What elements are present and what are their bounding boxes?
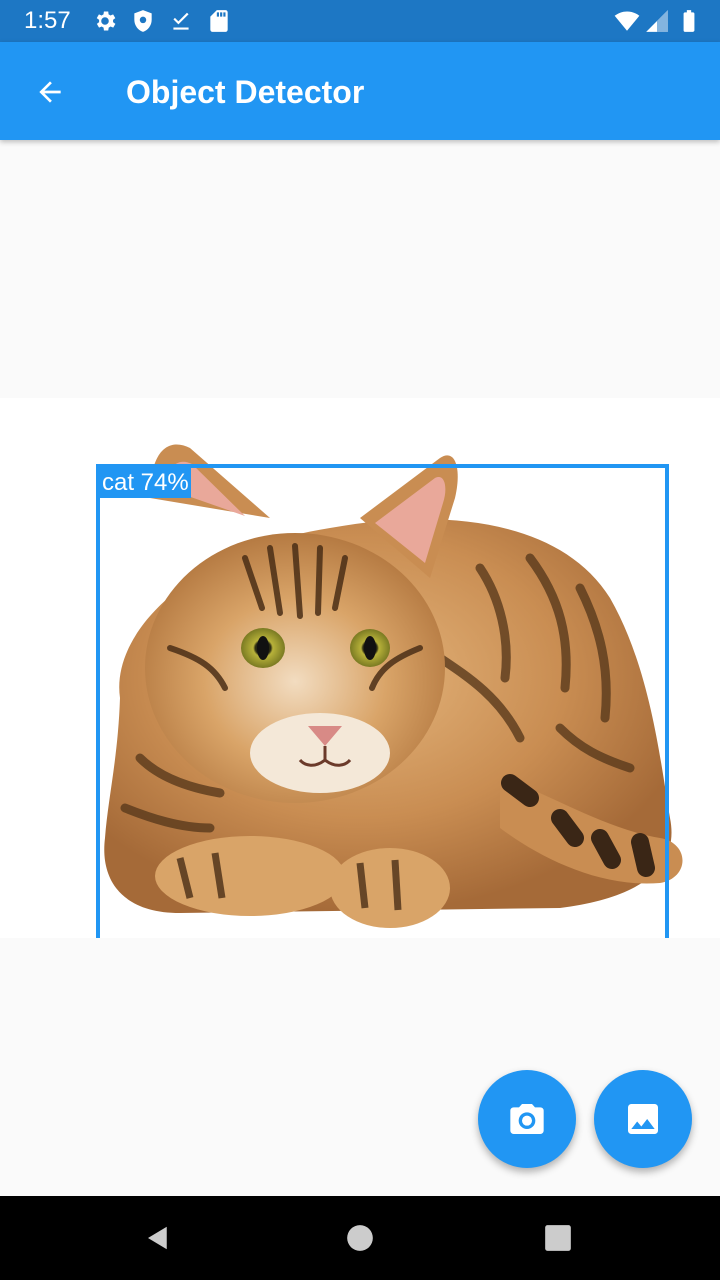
back-button[interactable] xyxy=(22,64,78,120)
system-nav-bar xyxy=(0,1196,720,1280)
signal-icon xyxy=(646,10,668,32)
download-done-icon xyxy=(173,12,189,30)
nav-recents-button[interactable] xyxy=(534,1214,582,1262)
wifi-icon xyxy=(614,11,640,31)
image-icon xyxy=(628,1104,658,1134)
detection-label: cat 74% xyxy=(100,468,191,498)
shield-icon xyxy=(134,10,152,32)
page-title: Object Detector xyxy=(126,74,365,110)
status-time: 1:57 xyxy=(24,7,71,34)
battery-icon xyxy=(683,10,695,32)
gallery-button[interactable] xyxy=(594,1070,692,1168)
camera-icon xyxy=(510,1104,544,1134)
nav-home-button[interactable] xyxy=(336,1214,384,1262)
home-circle-icon xyxy=(347,1225,373,1251)
sd-card-icon xyxy=(210,10,228,32)
detection-image: cat 74% xyxy=(0,398,720,938)
nav-back-button[interactable] xyxy=(134,1214,182,1262)
status-bar: 1:57 xyxy=(0,0,720,42)
gear-icon xyxy=(96,11,116,31)
camera-button[interactable] xyxy=(478,1070,576,1168)
back-triangle-icon xyxy=(148,1226,167,1250)
recents-square-icon xyxy=(545,1225,571,1251)
detection-box: cat 74% xyxy=(96,464,669,938)
app-bar: Object Detector xyxy=(0,42,720,140)
arrow-back-icon xyxy=(39,81,61,103)
